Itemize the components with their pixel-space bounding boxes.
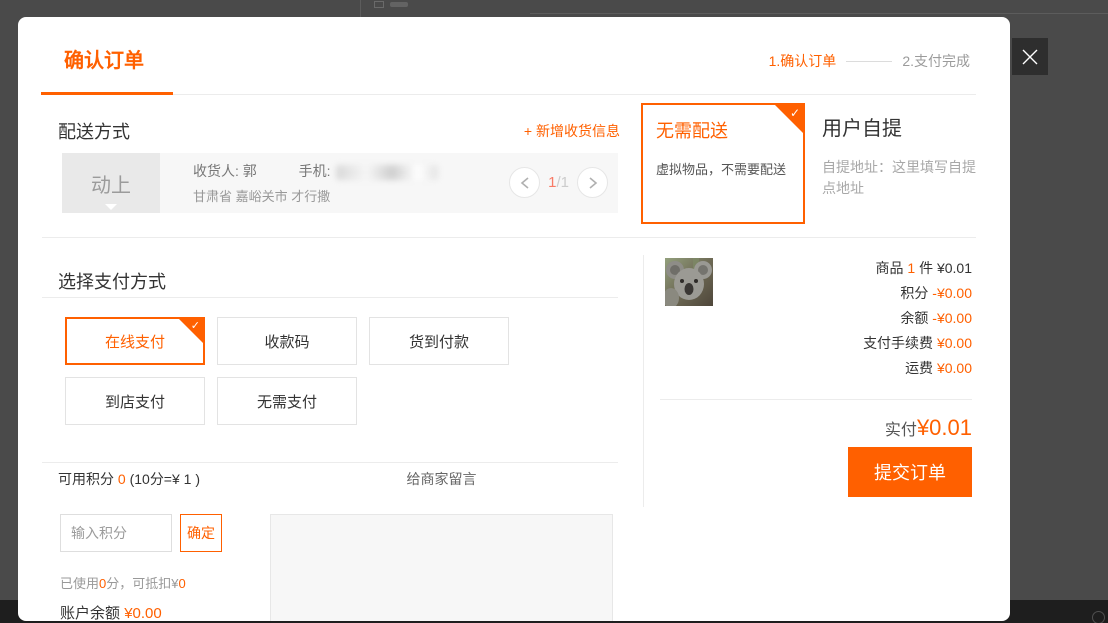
points-used-line: 已使用0分，可抵扣¥0 bbox=[60, 573, 186, 592]
payment-option-no-payment[interactable]: 无需支付 bbox=[217, 377, 357, 425]
order-confirm-modal: 确认订单 1.确认订单 2.支付完成 配送方式 + 新增收货信息 动上 收货人:… bbox=[18, 17, 1010, 621]
summary-row-fee: 支付手续费 ¥0.00 bbox=[660, 331, 972, 356]
row-value: -¥0.00 bbox=[932, 310, 972, 326]
payment-option-label: 货到付款 bbox=[409, 331, 469, 352]
item-price: ¥0.01 bbox=[937, 260, 972, 276]
item-qty: 1 bbox=[907, 260, 915, 276]
row-label: 余额 bbox=[900, 310, 928, 326]
phone-label: 手机: bbox=[299, 163, 331, 179]
address-next-button[interactable] bbox=[577, 167, 608, 198]
points-label: 可用积分 bbox=[58, 471, 114, 487]
chevron-down-icon bbox=[105, 204, 117, 210]
step-payment-done: 2.支付完成 bbox=[902, 51, 970, 71]
payment-option-label: 收款码 bbox=[264, 331, 309, 352]
background-checkbox-remnant bbox=[374, 1, 384, 8]
payment-method-heading: 选择支付方式 bbox=[58, 268, 166, 294]
summary-total-divider bbox=[660, 399, 972, 400]
background-text-remnant bbox=[390, 2, 408, 7]
close-icon bbox=[1020, 47, 1040, 67]
total-row: 实付¥0.01 bbox=[660, 415, 972, 441]
payment-option-label: 无需支付 bbox=[257, 391, 317, 412]
summary-row-points: 积分 -¥0.00 bbox=[660, 281, 972, 306]
payment-option-label: 到店支付 bbox=[105, 391, 165, 412]
background-divider bbox=[530, 13, 1108, 14]
account-balance-line: 账户余额 ¥0.00 bbox=[60, 602, 162, 621]
payment-option-qr-code[interactable]: 收款码 bbox=[217, 317, 357, 365]
background-divider bbox=[360, 0, 361, 17]
item-unit: 件 bbox=[919, 260, 933, 276]
check-icon: ✓ bbox=[191, 319, 200, 332]
order-summary: 商品 1 件 ¥0.01 积分 -¥0.00 余额 -¥0.00 支付手续费 ¥… bbox=[660, 256, 972, 381]
page-title: 确认订单 bbox=[64, 44, 144, 73]
phone-number-redacted bbox=[336, 165, 438, 180]
address-tag[interactable]: 动上 bbox=[62, 153, 160, 213]
delivery-option-self-pickup[interactable]: 用户自提 自提地址：这里填写自提点地址 bbox=[822, 112, 987, 199]
address-page-indicator: 1/1 bbox=[548, 174, 569, 191]
chevron-left-icon bbox=[520, 177, 530, 189]
add-address-link[interactable]: + 新增收货信息 bbox=[524, 121, 620, 141]
header-active-underline bbox=[41, 92, 173, 95]
row-label: 支付手续费 bbox=[863, 335, 933, 351]
payment-option-online[interactable]: ✓ 在线支付 bbox=[65, 317, 205, 365]
summary-row-shipping: 运费 ¥0.00 bbox=[660, 356, 972, 381]
payment-heading-divider bbox=[42, 297, 618, 298]
address-page-total: /1 bbox=[556, 174, 569, 191]
delivery-option-desc: 自提地址：这里填写自提点地址 bbox=[822, 157, 987, 199]
address-card[interactable]: 动上 收货人: 郭 手机: 甘肃省 嘉峪关市 才行撒 1/1 bbox=[62, 153, 618, 213]
payment-option-label: 在线支付 bbox=[105, 331, 165, 352]
points-section-divider bbox=[42, 462, 618, 463]
used-prefix: 已使用 bbox=[60, 576, 99, 591]
step-confirm-order: 1.确认订单 bbox=[769, 51, 837, 71]
close-button[interactable] bbox=[1012, 38, 1048, 75]
checkout-steps: 1.确认订单 2.支付完成 bbox=[769, 51, 970, 71]
address-region: 甘肃省 嘉峪关市 才行撒 bbox=[193, 186, 438, 205]
delivery-option-title: 用户自提 bbox=[822, 112, 987, 141]
points-available: 0 bbox=[118, 471, 126, 487]
summary-row-balance: 余额 -¥0.00 bbox=[660, 306, 972, 331]
points-heading: 可用积分 0 (10分=¥ 1 ) bbox=[58, 469, 200, 489]
step-connector bbox=[846, 61, 892, 62]
address-tag-label: 动上 bbox=[91, 169, 131, 198]
summary-item-row: 商品 1 件 ¥0.01 bbox=[660, 256, 972, 281]
delivery-method-heading: 配送方式 bbox=[58, 118, 130, 144]
submit-order-button[interactable]: 提交订单 bbox=[848, 447, 972, 497]
receiver-name: 收货人: 郭 bbox=[193, 163, 257, 179]
row-value: -¥0.00 bbox=[932, 285, 972, 301]
points-input[interactable] bbox=[60, 514, 172, 552]
delivery-option-desc: 虚拟物品，不需要配送 bbox=[656, 159, 803, 178]
row-value: ¥0.00 bbox=[937, 360, 972, 376]
address-prev-button[interactable] bbox=[509, 167, 540, 198]
total-value: ¥0.01 bbox=[917, 415, 972, 440]
background-chat-icon bbox=[1092, 611, 1105, 623]
merchant-message-textarea[interactable] bbox=[270, 514, 613, 621]
header-divider bbox=[41, 94, 976, 95]
chevron-right-icon bbox=[588, 177, 598, 189]
balance-value: ¥0.00 bbox=[124, 605, 162, 621]
row-value: ¥0.00 bbox=[937, 335, 972, 351]
delivery-option-no-shipping[interactable]: ✓ 无需配送 虚拟物品，不需要配送 bbox=[641, 103, 805, 224]
used-deduct: 0 bbox=[178, 576, 185, 591]
total-label: 实付 bbox=[885, 422, 917, 439]
payment-option-cod[interactable]: 货到付款 bbox=[369, 317, 509, 365]
row-label: 运费 bbox=[905, 360, 933, 376]
merchant-message-label: 给商家留言 bbox=[270, 469, 613, 489]
payment-option-in-store[interactable]: 到店支付 bbox=[65, 377, 205, 425]
item-label: 商品 bbox=[875, 260, 903, 276]
points-confirm-button[interactable]: 确定 bbox=[180, 514, 222, 552]
check-icon: ✓ bbox=[790, 106, 800, 120]
summary-divider-vertical bbox=[643, 255, 644, 507]
balance-label: 账户余额 bbox=[60, 605, 120, 621]
row-label: 积分 bbox=[900, 285, 928, 301]
order-confirm-screen: 确认订单 1.确认订单 2.支付完成 配送方式 + 新增收货信息 动上 收货人:… bbox=[0, 0, 1108, 623]
address-pager: 1/1 bbox=[509, 167, 608, 198]
used-mid: 分，可抵扣¥ bbox=[106, 576, 178, 591]
address-info: 收货人: 郭 手机: 甘肃省 嘉峪关市 才行撒 bbox=[193, 161, 438, 205]
section-divider bbox=[42, 237, 976, 238]
points-rate: (10分=¥ 1 ) bbox=[130, 471, 200, 487]
